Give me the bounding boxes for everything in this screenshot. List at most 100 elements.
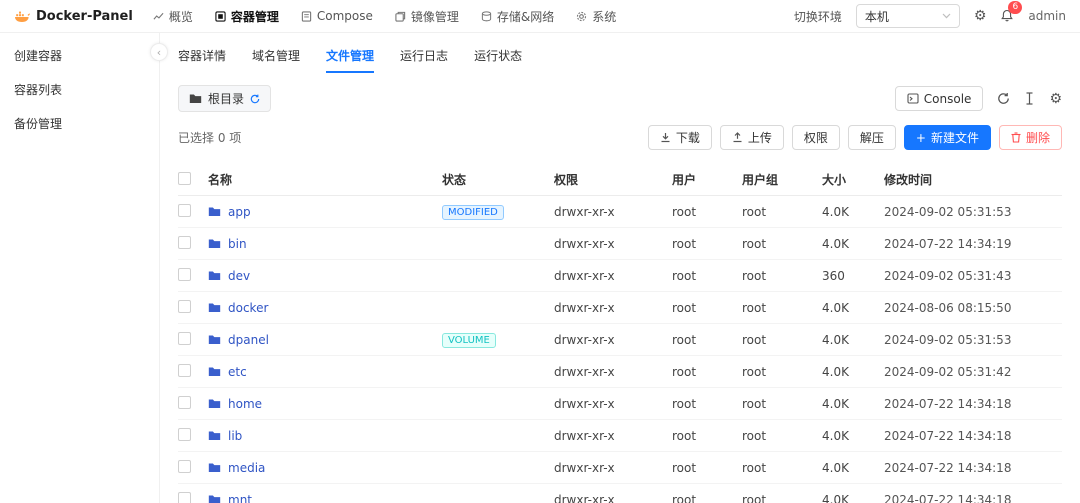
upload-button[interactable]: 上传 [719,125,784,150]
mtime-cell: 2024-08-06 08:15:50 [884,300,1012,315]
file-name-link[interactable]: home [228,397,262,411]
notifications-button[interactable]: 6 [1000,1,1023,23]
tabs-bar: 容器详情 域名管理 文件管理 运行日志 运行状态 [178,41,1062,73]
size-cell: 4.0K [822,300,849,315]
row-checkbox[interactable] [178,235,191,249]
file-name-link[interactable]: etc [228,365,247,379]
row-checkbox[interactable] [178,427,191,441]
chevron-down-icon [942,13,951,19]
sidebar: 创建容器 容器列表 备份管理 ‹ [0,33,168,503]
root-directory-button[interactable]: 根目录 [178,85,272,112]
status-badge: MODIFIED [442,204,504,220]
file-name-link[interactable]: docker [228,301,268,315]
folder-icon [208,494,221,503]
nav-item-overview[interactable]: 概览 [153,8,193,25]
download-button-label: 下载 [675,131,700,145]
group-cell: root [742,460,767,475]
brand[interactable]: Docker-Panel [14,9,133,24]
text-cursor-icon[interactable] [1024,92,1035,105]
nav-item-image-management[interactable]: 镜像管理 [395,8,459,25]
group-cell: root [742,332,767,347]
tab-container-details[interactable]: 容器详情 [178,47,226,73]
group-cell: root [742,396,767,411]
table-row: app MODIFIED drwxr-xr-x root root 4.0K 2024-09… [178,196,1062,228]
gear-icon[interactable]: ⚙ [1049,92,1062,106]
tab-file-management[interactable]: 文件管理 [326,47,375,73]
file-name-link[interactable]: dpanel [228,333,269,347]
table-header-row: 名称 状态 权限 用户 用户组 大小 修改时间 [178,164,1062,196]
row-checkbox[interactable] [178,363,191,377]
permission-cell: drwxr-xr-x [554,396,615,411]
overview-icon [153,11,164,22]
mtime-cell: 2024-07-22 14:34:18 [884,492,1012,503]
sidebar-item-create-container[interactable]: 创建容器 [0,39,159,73]
table-row: bin drwxr-xr-x root root 4.0K 2024-07-22 14:3… [178,228,1062,260]
console-button-label: Console [923,91,972,106]
table-row: lib drwxr-xr-x root root 4.0K 2024-07-22 14:3… [178,420,1062,452]
image-icon [395,11,406,22]
tab-domain-management[interactable]: 域名管理 [252,47,300,73]
status-badge: VOLUME [442,332,496,348]
select-all-checkbox[interactable] [178,171,191,185]
tab-run-status[interactable]: 运行状态 [474,47,522,73]
row-checkbox[interactable] [178,491,191,503]
group-cell: root [742,236,767,251]
file-name-link[interactable]: media [228,461,265,475]
column-header-status: 状态 [442,173,467,187]
row-checkbox[interactable] [178,203,191,217]
container-icon [215,10,226,22]
status-cell: VOLUME [442,332,554,348]
tab-run-logs[interactable]: 运行日志 [400,47,448,73]
permission-button[interactable]: 权限 [791,125,840,150]
file-name-link[interactable]: dev [228,269,250,283]
group-cell: root [742,300,767,315]
file-name-link[interactable]: mnt [228,493,252,503]
mtime-cell: 2024-09-02 05:31:53 [884,332,1012,347]
nav-item-label: Compose [316,9,373,23]
table-row: dev drwxr-xr-x root root 360 2024-09-02 05:31… [178,260,1062,292]
nav-item-compose[interactable]: Compose [301,9,373,23]
group-cell: root [742,428,767,443]
sidebar-collapse-button[interactable]: ‹ [150,43,168,61]
delete-button[interactable]: 删除 [998,125,1062,150]
docker-whale-logo-icon [14,9,30,23]
download-button[interactable]: 下载 [647,125,712,150]
row-checkbox[interactable] [178,395,191,409]
delete-button-label: 删除 [1025,131,1050,145]
user-cell: root [672,332,697,347]
row-checkbox[interactable] [178,331,191,345]
nav-item-container-management[interactable]: 容器管理 [215,8,279,25]
refresh-icon[interactable] [997,92,1010,105]
environment-select-value: 本机 [864,9,889,24]
row-checkbox[interactable] [178,459,191,473]
console-button[interactable]: Console [894,86,984,111]
sidebar-item-backup-management[interactable]: 备份管理 [0,107,159,141]
column-header-mtime: 修改时间 [884,173,933,187]
folder-icon [208,334,221,345]
permission-cell: drwxr-xr-x [554,300,615,315]
system-gear-icon [576,11,587,22]
file-name-link[interactable]: bin [228,237,247,251]
navbar-right: 切换环境 本机 ⚙ 6 admin [794,1,1066,28]
sidebar-item-container-list[interactable]: 容器列表 [0,73,159,107]
root-directory-label: 根目录 [208,92,245,106]
extract-button[interactable]: 解压 [847,125,896,150]
nav-item-label: 容器管理 [230,9,279,24]
new-file-button[interactable]: + 新建文件 [903,125,991,150]
mtime-cell: 2024-09-02 05:31:53 [884,204,1012,219]
mtime-cell: 2024-07-22 14:34:19 [884,236,1012,251]
notification-badge: 6 [1008,1,1023,14]
settings-gear-icon[interactable]: ⚙ [974,9,987,23]
file-name-link[interactable]: lib [228,429,242,443]
row-checkbox[interactable] [178,299,191,313]
folder-icon [208,430,221,441]
selection-bar: 已选择 0 项 下载 上传 权限 解压 + 新建文件 删除 [178,125,1062,150]
column-header-user: 用户 [672,173,697,187]
nav-item-system[interactable]: 系统 [576,8,616,25]
environment-select[interactable]: 本机 [855,4,960,28]
row-checkbox[interactable] [178,267,191,281]
user-cell: root [672,204,697,219]
file-name-link[interactable]: app [228,205,251,219]
username[interactable]: admin [1028,9,1066,23]
nav-item-storage-network[interactable]: 存储&网络 [481,8,554,25]
